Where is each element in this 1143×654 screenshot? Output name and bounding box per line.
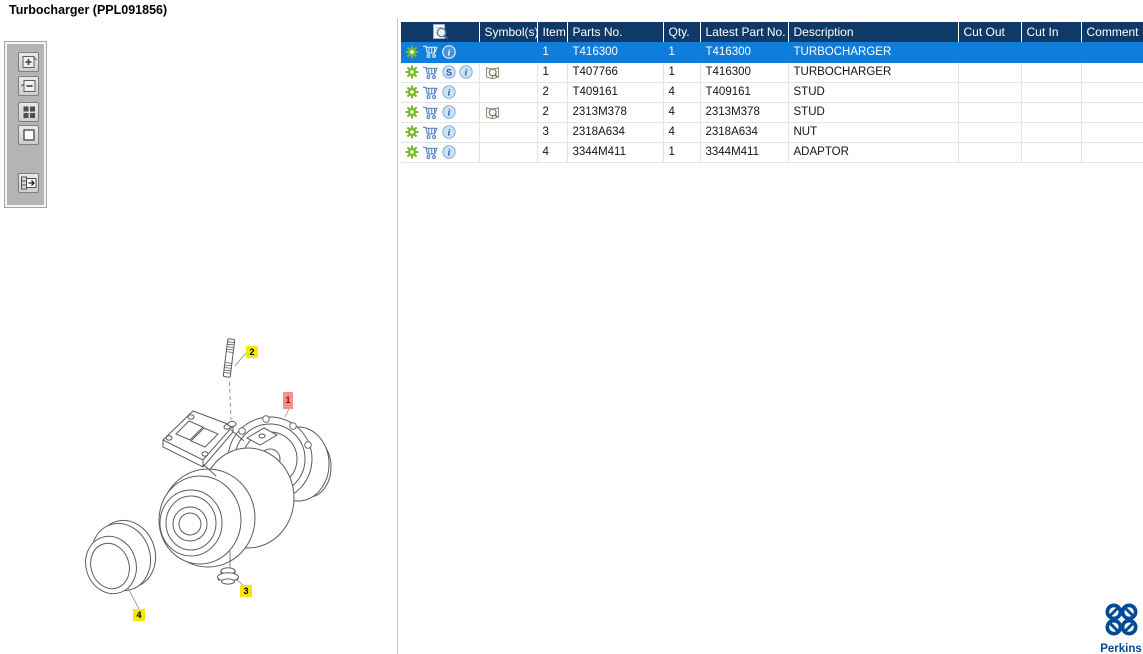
callout-item-2[interactable]: 2 <box>246 346 258 358</box>
table-row-2313m378[interactable]: 2 2313M378 4 2313M378 STUD <box>401 102 1143 123</box>
part-info-icon[interactable] <box>442 85 456 99</box>
diagram-panel: 2 1 3 4 <box>0 18 397 654</box>
part-options-gear-icon[interactable] <box>405 105 419 119</box>
brand-block: Perkins <box>1099 601 1143 654</box>
table-row-t409161[interactable]: 2 T409161 4 T409161 STUD <box>401 82 1143 103</box>
tile-views-icon <box>23 106 35 118</box>
supersession-badge-icon[interactable] <box>442 65 456 79</box>
zoom-in-icon <box>22 56 37 68</box>
part-info-icon[interactable] <box>442 45 456 59</box>
tile-views-button[interactable] <box>18 102 39 122</box>
toggle-list-panel-icon <box>21 176 37 190</box>
column-header-description: Description <box>787 22 958 42</box>
parts-table: Symbol(s) Item Parts No. Qty. Latest Par… <box>401 22 1143 163</box>
zoom-in-button[interactable] <box>18 52 39 72</box>
part-info-icon[interactable] <box>442 125 456 139</box>
fit-to-window-icon <box>22 129 35 141</box>
app-window: Turbocharger (PPL091856) 2 1 3 4 Symbol(… <box>0 0 1143 654</box>
column-header-cut-out: Cut Out <box>957 22 1021 42</box>
perkins-logo-icon <box>1105 603 1137 636</box>
column-header-selector <box>401 22 479 42</box>
add-to-cart-icon[interactable] <box>422 105 439 120</box>
callout-item-1-selected[interactable]: 1 <box>283 392 293 409</box>
column-header-latest-part-no: Latest Part No. <box>699 22 788 42</box>
part-options-gear-icon[interactable] <box>405 65 419 79</box>
table-row-3344m411[interactable]: 4 3344M411 1 3344M411 ADAPTOR <box>401 142 1143 163</box>
part-info-icon[interactable] <box>459 65 473 79</box>
add-to-cart-icon[interactable] <box>422 85 439 100</box>
add-to-cart-icon[interactable] <box>422 125 439 140</box>
add-to-cart-icon[interactable] <box>422 44 439 59</box>
toggle-list-panel-button[interactable] <box>18 173 39 193</box>
column-header-comment: Comment <box>1080 22 1143 42</box>
diagram-toolbar <box>5 42 46 207</box>
zoom-out-icon <box>20 80 35 92</box>
page-title: Turbocharger (PPL091856) <box>9 3 168 17</box>
add-to-cart-icon[interactable] <box>422 65 439 80</box>
brand-name: Perkins <box>1100 643 1142 654</box>
zoom-out-button[interactable] <box>18 76 39 96</box>
column-header-symbols: Symbol(s) <box>478 22 537 42</box>
symbol-book-magnifier-icon[interactable] <box>485 105 500 120</box>
column-header-qty: Qty. <box>662 22 700 42</box>
add-to-cart-icon[interactable] <box>422 145 439 160</box>
table-row-t416300[interactable]: 1 T416300 1 T416300 TURBOCHARGER <box>401 42 1143 63</box>
part-options-gear-icon[interactable] <box>405 45 419 59</box>
callout-item-4[interactable]: 4 <box>133 609 145 621</box>
part-options-gear-icon[interactable] <box>405 85 419 99</box>
part-info-icon[interactable] <box>442 145 456 159</box>
panel-divider <box>397 18 398 654</box>
part-info-icon[interactable] <box>442 105 456 119</box>
table-row-t407766[interactable]: 1 T407766 1 T416300 TURBOCHARGER <box>401 62 1143 83</box>
table-row-2318a634[interactable]: 3 2318A634 4 2318A634 NUT <box>401 122 1143 143</box>
part-options-gear-icon[interactable] <box>405 145 419 159</box>
table-header-row: Symbol(s) Item Parts No. Qty. Latest Par… <box>401 22 1143 42</box>
column-header-item: Item <box>536 22 567 42</box>
document-search-icon <box>431 23 449 42</box>
part-options-gear-icon[interactable] <box>405 125 419 139</box>
fit-to-window-button[interactable] <box>18 125 39 145</box>
turbocharger-line-drawing <box>85 338 332 610</box>
callout-item-3[interactable]: 3 <box>240 585 252 597</box>
column-header-parts-no: Parts No. <box>566 22 663 42</box>
symbol-book-magnifier-icon[interactable] <box>485 65 500 80</box>
column-header-cut-in: Cut In <box>1020 22 1081 42</box>
